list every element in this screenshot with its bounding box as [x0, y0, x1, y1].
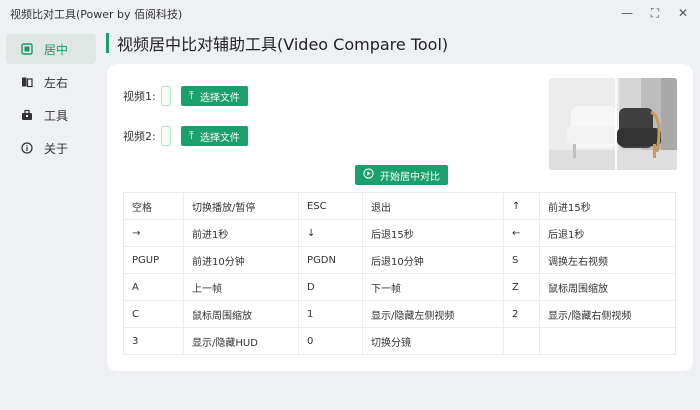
- sidebar: 居中 左右 工具 关于: [6, 34, 96, 166]
- table-cell: ←: [503, 219, 540, 247]
- video1-row: 视频1: ⤒ 选择文件: [123, 86, 248, 106]
- split-icon: [20, 75, 34, 89]
- table-cell: 退出: [362, 192, 504, 220]
- preview-image: [549, 78, 677, 170]
- table-cell: ↓: [298, 219, 363, 247]
- page-header: 视频居中比对辅助工具(Video Compare Tool): [106, 32, 448, 54]
- window-controls: — ⛶ ✕: [618, 4, 692, 22]
- sidebar-item-label: 关于: [44, 141, 69, 156]
- table-cell: PGUP: [123, 246, 184, 274]
- info-icon: [20, 141, 34, 155]
- table-cell: 显示/隐藏右侧视频: [539, 300, 676, 328]
- table-cell: 鼠标周围缩放: [539, 273, 676, 301]
- table-cell: 显示/隐藏HUD: [183, 327, 299, 355]
- table-cell: C: [123, 300, 184, 328]
- table-cell: 1: [298, 300, 363, 328]
- sidebar-item-label: 工具: [44, 108, 69, 123]
- sidebar-item-label: 左右: [44, 75, 69, 90]
- table-cell: 2: [503, 300, 540, 328]
- video2-label: 视频2:: [123, 130, 156, 143]
- table-cell: [503, 327, 540, 355]
- upload-icon: ⤒: [189, 89, 194, 102]
- minimize-button[interactable]: —: [618, 4, 636, 22]
- table-row: PGUP 前进10分钟 PGDN 后退10分钟 S 调换左右视频: [123, 246, 676, 274]
- table-cell: 前进1秒: [183, 219, 299, 247]
- table-cell: PGDN: [298, 246, 363, 274]
- play-circle-icon: [363, 168, 374, 182]
- video2-file-field[interactable]: [161, 126, 171, 146]
- main-card: 视频1: ⤒ 选择文件 视频2: ⤒ 选择文件 开始居中对比 空格 切换播放/暂…: [107, 64, 693, 371]
- chair-illustration: [549, 78, 677, 170]
- select-button-label: 选择文件: [199, 92, 240, 104]
- select-button-label: 选择文件: [199, 132, 240, 144]
- table-cell: 显示/隐藏左侧视频: [362, 300, 504, 328]
- shortcut-table: 空格 切换播放/暂停 ESC 退出 ↑ 前进15秒 → 前进1秒 ↓ 后退15秒…: [123, 192, 676, 355]
- title-bar: 视频比对工具(Power by 佰阅科技) — ⛶ ✕: [0, 0, 700, 26]
- video1-file-field[interactable]: [161, 86, 171, 106]
- table-cell: 切换分镜: [362, 327, 504, 355]
- page-title: 视频居中比对辅助工具(Video Compare Tool): [117, 35, 449, 54]
- video1-select-button[interactable]: ⤒ 选择文件: [181, 86, 248, 106]
- table-cell: 后退1秒: [539, 219, 676, 247]
- table-cell: ↑: [503, 192, 540, 220]
- maximize-button[interactable]: ⛶: [646, 4, 664, 22]
- table-cell: 空格: [123, 192, 184, 220]
- sidebar-item-split[interactable]: 左右: [6, 67, 96, 97]
- table-cell: 上一帧: [183, 273, 299, 301]
- video2-select-button[interactable]: ⤒ 选择文件: [181, 126, 248, 146]
- table-cell: A: [123, 273, 184, 301]
- table-cell: S: [503, 246, 540, 274]
- table-cell: 0: [298, 327, 363, 355]
- toolbox-icon: [20, 108, 34, 122]
- table-cell: 3: [123, 327, 184, 355]
- table-cell: [539, 327, 676, 355]
- table-cell: Z: [503, 273, 540, 301]
- table-row: → 前进1秒 ↓ 后退15秒 ← 后退1秒: [123, 219, 676, 247]
- table-row: 空格 切换播放/暂停 ESC 退出 ↑ 前进15秒: [123, 192, 676, 220]
- table-cell: ESC: [298, 192, 363, 220]
- table-cell: 下一帧: [362, 273, 504, 301]
- header-accent-bar: [106, 33, 109, 53]
- sidebar-item-about[interactable]: 关于: [6, 133, 96, 163]
- table-row: A 上一帧 D 下一帧 Z 鼠标周围缩放: [123, 273, 676, 301]
- center-icon: [20, 42, 34, 56]
- table-cell: 切换播放/暂停: [183, 192, 299, 220]
- table-cell: D: [298, 273, 363, 301]
- start-button-label: 开始居中对比: [380, 171, 440, 183]
- video2-row: 视频2: ⤒ 选择文件: [123, 126, 248, 146]
- app-title: 视频比对工具(Power by 佰阅科技): [10, 8, 183, 21]
- video1-label: 视频1:: [123, 90, 156, 103]
- start-compare-button[interactable]: 开始居中对比: [355, 165, 448, 185]
- sidebar-item-label: 居中: [44, 42, 69, 57]
- upload-icon: ⤒: [189, 129, 194, 142]
- sidebar-item-center[interactable]: 居中: [6, 34, 96, 64]
- table-cell: 调换左右视频: [539, 246, 676, 274]
- sidebar-item-tools[interactable]: 工具: [6, 100, 96, 130]
- table-cell: 鼠标周围缩放: [183, 300, 299, 328]
- table-cell: 前进10分钟: [183, 246, 299, 274]
- table-cell: 后退15秒: [362, 219, 504, 247]
- table-cell: →: [123, 219, 184, 247]
- table-row: 3 显示/隐藏HUD 0 切换分镜: [123, 327, 676, 355]
- close-button[interactable]: ✕: [674, 4, 692, 22]
- table-cell: 后退10分钟: [362, 246, 504, 274]
- table-row: C 鼠标周围缩放 1 显示/隐藏左侧视频 2 显示/隐藏右侧视频: [123, 300, 676, 328]
- table-cell: 前进15秒: [539, 192, 676, 220]
